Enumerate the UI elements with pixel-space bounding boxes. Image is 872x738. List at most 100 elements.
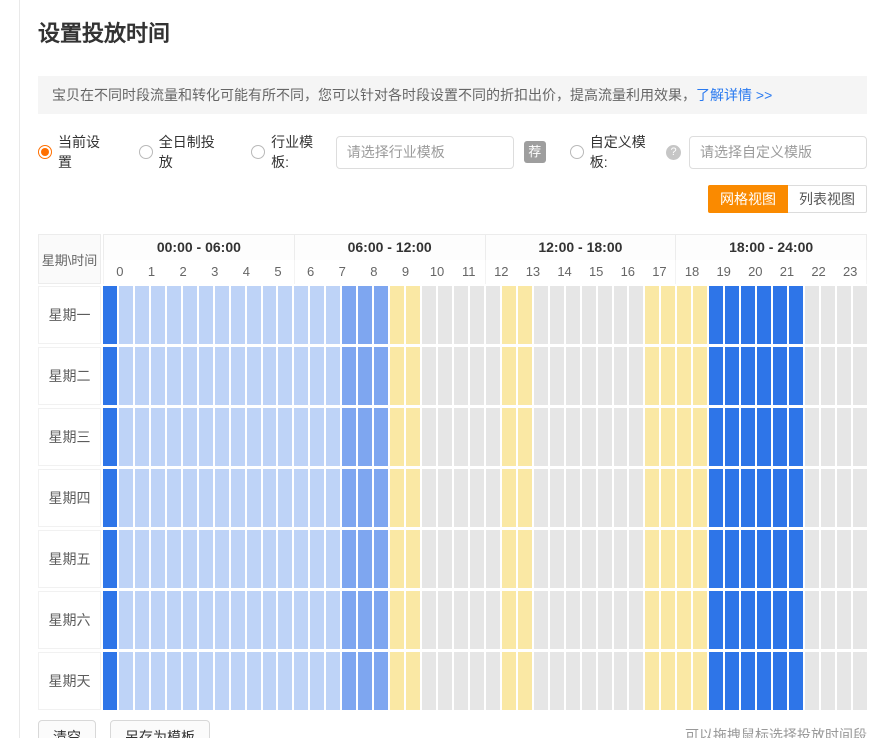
schedule-cell[interactable]	[598, 347, 612, 405]
schedule-cell[interactable]	[582, 408, 596, 466]
schedule-cell[interactable]	[438, 530, 452, 588]
schedule-cell[interactable]	[502, 469, 516, 527]
schedule-cell[interactable]	[550, 469, 564, 527]
schedule-cell[interactable]	[199, 591, 213, 649]
schedule-cell[interactable]	[406, 408, 420, 466]
schedule-cell[interactable]	[183, 408, 197, 466]
schedule-cell[interactable]	[853, 286, 867, 344]
radio-all-day[interactable]: 全日制投放	[139, 132, 227, 172]
save-as-template-button[interactable]: 另存为模板	[110, 720, 210, 738]
schedule-cell[interactable]	[374, 469, 388, 527]
schedule-cell[interactable]	[837, 286, 851, 344]
schedule-cell[interactable]	[199, 469, 213, 527]
radio-industry-template[interactable]: 行业模板:	[251, 132, 330, 172]
schedule-cell[interactable]	[263, 408, 277, 466]
schedule-cell[interactable]	[582, 469, 596, 527]
schedule-cell[interactable]	[294, 530, 308, 588]
schedule-cell[interactable]	[390, 286, 404, 344]
schedule-cell[interactable]	[805, 408, 819, 466]
schedule-cell[interactable]	[263, 347, 277, 405]
schedule-cell[interactable]	[821, 469, 835, 527]
schedule-cell[interactable]	[486, 591, 500, 649]
schedule-cell[interactable]	[550, 286, 564, 344]
schedule-cell[interactable]	[406, 652, 420, 710]
schedule-cell[interactable]	[470, 530, 484, 588]
schedule-cell[interactable]	[374, 347, 388, 405]
schedule-cell[interactable]	[422, 469, 436, 527]
schedule-cell[interactable]	[534, 469, 548, 527]
schedule-cell[interactable]	[614, 286, 628, 344]
schedule-cell[interactable]	[534, 347, 548, 405]
schedule-cell[interactable]	[757, 347, 771, 405]
schedule-cell[interactable]	[247, 286, 261, 344]
schedule-cell[interactable]	[151, 408, 165, 466]
schedule-cell[interactable]	[534, 530, 548, 588]
schedule-cell[interactable]	[422, 286, 436, 344]
schedule-cell[interactable]	[358, 652, 372, 710]
schedule-cell[interactable]	[167, 652, 181, 710]
schedule-cell[interactable]	[374, 591, 388, 649]
schedule-cell[interactable]	[294, 347, 308, 405]
schedule-cell[interactable]	[326, 652, 340, 710]
schedule-cell[interactable]	[151, 347, 165, 405]
schedule-cell[interactable]	[645, 347, 659, 405]
schedule-cell[interactable]	[263, 469, 277, 527]
schedule-cell[interactable]	[693, 591, 707, 649]
schedule-cell[interactable]	[278, 408, 292, 466]
schedule-cell[interactable]	[358, 530, 372, 588]
schedule-cell[interactable]	[566, 469, 580, 527]
schedule-cell[interactable]	[231, 652, 245, 710]
schedule-cell[interactable]	[422, 591, 436, 649]
schedule-cell[interactable]	[837, 530, 851, 588]
industry-template-input[interactable]	[336, 136, 514, 169]
schedule-cell[interactable]	[566, 530, 580, 588]
schedule-cell[interactable]	[789, 530, 803, 588]
schedule-cell[interactable]	[342, 408, 356, 466]
schedule-cell[interactable]	[789, 347, 803, 405]
schedule-cell[interactable]	[598, 408, 612, 466]
schedule-cell[interactable]	[358, 347, 372, 405]
schedule-cell[interactable]	[805, 652, 819, 710]
schedule-cell[interactable]	[470, 408, 484, 466]
schedule-cell[interactable]	[677, 591, 691, 649]
schedule-cell[interactable]	[119, 286, 133, 344]
schedule-cell[interactable]	[406, 347, 420, 405]
radio-custom-template[interactable]: 自定义模板:	[570, 132, 662, 172]
schedule-cell[interactable]	[119, 530, 133, 588]
schedule-cell[interactable]	[645, 652, 659, 710]
schedule-cell[interactable]	[247, 591, 261, 649]
schedule-cell[interactable]	[119, 408, 133, 466]
schedule-cell[interactable]	[135, 530, 149, 588]
schedule-cell[interactable]	[342, 591, 356, 649]
schedule-cell[interactable]	[231, 347, 245, 405]
schedule-cell[interactable]	[677, 408, 691, 466]
schedule-cell[interactable]	[598, 530, 612, 588]
schedule-cell[interactable]	[837, 591, 851, 649]
schedule-cell[interactable]	[566, 652, 580, 710]
schedule-cell[interactable]	[693, 347, 707, 405]
schedule-cell[interactable]	[358, 408, 372, 466]
schedule-cell[interactable]	[757, 530, 771, 588]
schedule-cell[interactable]	[310, 469, 324, 527]
schedule-cell[interactable]	[103, 530, 117, 588]
schedule-cell[interactable]	[821, 530, 835, 588]
schedule-cell[interactable]	[550, 408, 564, 466]
schedule-cell[interactable]	[582, 286, 596, 344]
schedule-cell[interactable]	[326, 591, 340, 649]
schedule-cell[interactable]	[693, 652, 707, 710]
schedule-cell[interactable]	[502, 286, 516, 344]
schedule-cell[interactable]	[167, 469, 181, 527]
schedule-cell[interactable]	[470, 652, 484, 710]
schedule-cell[interactable]	[454, 652, 468, 710]
schedule-cell[interactable]	[629, 408, 643, 466]
schedule-cell[interactable]	[550, 530, 564, 588]
schedule-cell[interactable]	[757, 469, 771, 527]
schedule-cell[interactable]	[502, 530, 516, 588]
schedule-cell[interactable]	[566, 408, 580, 466]
schedule-cell[interactable]	[103, 286, 117, 344]
schedule-cell[interactable]	[693, 286, 707, 344]
schedule-cell[interactable]	[741, 530, 755, 588]
schedule-cell[interactable]	[534, 408, 548, 466]
schedule-cell[interactable]	[167, 591, 181, 649]
schedule-cell[interactable]	[103, 652, 117, 710]
